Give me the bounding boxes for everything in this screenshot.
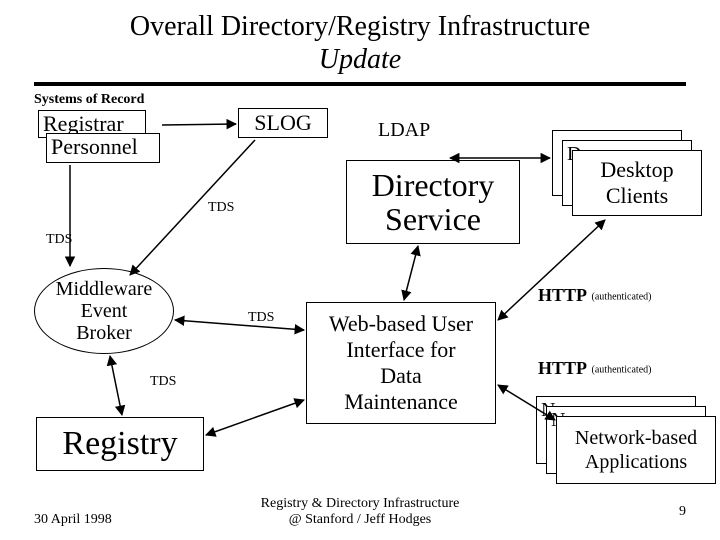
- netapps-l2: Applications: [585, 451, 687, 473]
- middleware-l1: Middleware: [56, 278, 153, 300]
- page-title: Overall Directory/Registry Infrastructur…: [0, 10, 720, 76]
- sor-personnel-text: Personnel: [51, 134, 138, 159]
- network-apps-stack: N N Network-based Applications: [536, 396, 720, 496]
- middleware-l2: Event: [81, 300, 128, 322]
- web-l1: Web-based User: [329, 311, 473, 336]
- desktop-l1: Desktop: [600, 157, 673, 182]
- desktop-clients-stack: D Desktop Clients: [552, 130, 702, 220]
- title-underline: [34, 82, 686, 86]
- desktop-layer-front: Desktop Clients: [572, 150, 702, 216]
- desktop-l2: Clients: [606, 183, 668, 208]
- registry-box: Registry: [36, 417, 204, 471]
- web-l4: Maintenance: [344, 389, 458, 414]
- footer-page-number: 9: [679, 504, 686, 520]
- slog-box: SLOG: [238, 108, 328, 138]
- ldap-label: LDAP: [378, 118, 430, 142]
- http-auth-1: (authenticated): [592, 291, 652, 302]
- http-auth-2: (authenticated): [592, 364, 652, 375]
- ds-l1: Directory: [372, 167, 495, 203]
- web-ui-box: Web-based User Interface for Data Mainte…: [306, 302, 496, 424]
- netapps-l1: Network-based: [575, 427, 697, 449]
- tds-label-3: TDS: [248, 310, 274, 326]
- tds-label-2: TDS: [46, 232, 72, 248]
- web-l3: Data: [380, 363, 422, 388]
- ds-l2: Service: [385, 201, 481, 237]
- slog-text: SLOG: [254, 110, 311, 136]
- slide: Overall Directory/Registry Infrastructur…: [0, 0, 720, 540]
- footer-center-l1: Registry & Directory Infrastructure: [261, 496, 460, 511]
- footer-center-l2: @ Stanford / Jeff Hodges: [289, 512, 432, 527]
- http-text-2: HTTP: [538, 358, 587, 378]
- footer-center: Registry & Directory Infrastructure @ St…: [0, 496, 720, 528]
- netapps-layer-front: Network-based Applications: [556, 416, 716, 484]
- web-ui-text: Web-based User Interface for Data Mainte…: [329, 311, 473, 415]
- http-label-1: HTTP (authenticated): [538, 285, 651, 306]
- directory-service-box: Directory Service: [346, 160, 520, 244]
- title-line2: Update: [319, 44, 401, 75]
- tds-label-1: TDS: [208, 200, 234, 216]
- netapps-front-text: Network-based Applications: [575, 426, 697, 474]
- tds-label-4: TDS: [150, 374, 176, 390]
- middleware-l3: Broker: [76, 322, 132, 344]
- directory-service-text: Directory Service: [372, 168, 495, 236]
- sor-personnel-box: Personnel: [46, 133, 160, 163]
- middleware-text: Middleware Event Broker: [56, 278, 153, 344]
- registry-text: Registry: [62, 425, 177, 463]
- http-label-2: HTTP (authenticated): [538, 358, 651, 379]
- systems-of-record-label: Systems of Record: [34, 92, 144, 108]
- title-line1: Overall Directory/Registry Infrastructur…: [130, 11, 590, 42]
- web-l2: Interface for: [346, 337, 455, 362]
- middleware-broker-ellipse: Middleware Event Broker: [34, 268, 174, 354]
- http-text-1: HTTP: [538, 285, 587, 305]
- desktop-front-text: Desktop Clients: [600, 157, 673, 209]
